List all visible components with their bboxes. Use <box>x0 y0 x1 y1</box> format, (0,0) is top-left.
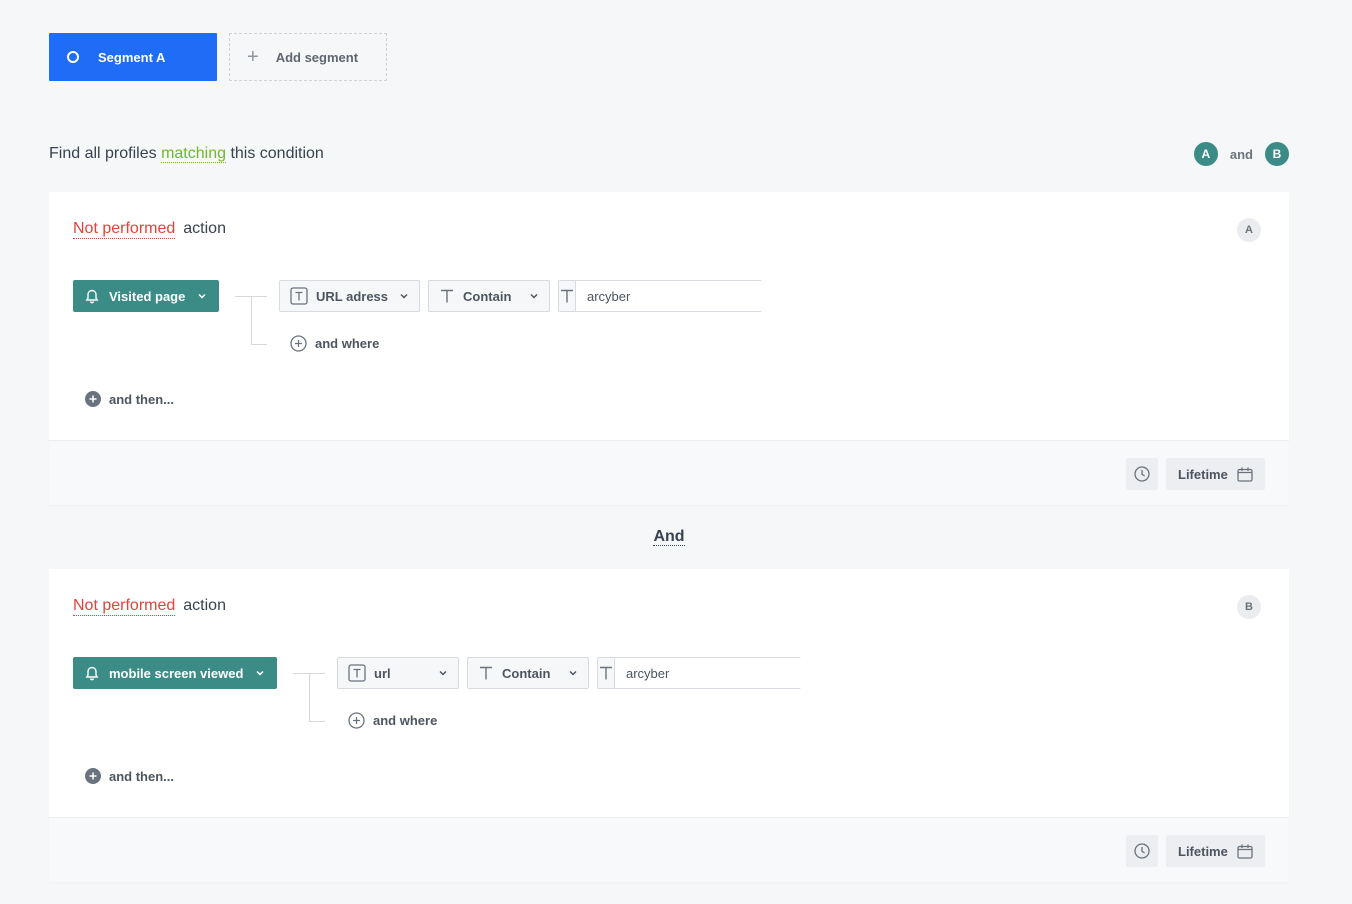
condition-card-a: Not performed action A Visited page URL … <box>49 192 1289 505</box>
add-then-label: and then... <box>109 391 174 407</box>
connector-line <box>309 673 310 721</box>
date-range-label: Lifetime <box>1178 466 1228 482</box>
action-label: action <box>183 597 226 614</box>
connector-line <box>251 296 252 344</box>
condition-header: Not performed action <box>73 220 226 239</box>
match-condition-row: Find all profiles matching this conditio… <box>49 142 1289 166</box>
chevron-down-icon <box>530 293 538 299</box>
chevron-down-icon <box>569 670 577 676</box>
clock-icon <box>1134 843 1150 859</box>
operator-label: Contain <box>463 288 512 304</box>
plus-circle-icon <box>290 335 307 352</box>
event-label: Visited page <box>109 288 186 304</box>
find-suffix: this condition <box>230 145 324 162</box>
text-type-icon <box>559 281 576 311</box>
negation-toggle[interactable]: Not performed <box>73 597 176 616</box>
operator-select[interactable]: Contain <box>428 280 550 312</box>
action-label: action <box>183 220 226 237</box>
connector-line <box>251 344 267 345</box>
condition-header: Not performed action <box>73 597 226 616</box>
chevron-down-icon <box>198 293 206 299</box>
calendar-icon <box>1237 844 1253 859</box>
logic-and-label: and <box>1229 146 1253 162</box>
plus-circle-filled-icon <box>85 391 101 407</box>
chevron-down-icon <box>439 670 447 676</box>
filter-row: url Contain <box>337 657 802 689</box>
chevron-down-icon <box>400 293 408 299</box>
time-window-button[interactable] <box>1126 458 1158 490</box>
negation-toggle[interactable]: Not performed <box>73 220 176 239</box>
condition-footer: Lifetime <box>49 817 1289 882</box>
text-type-icon <box>290 287 308 305</box>
add-segment-button[interactable]: + Add segment <box>229 33 387 81</box>
text-type-icon <box>441 289 453 303</box>
chevron-down-icon <box>256 670 264 676</box>
add-where-button[interactable]: and where <box>290 335 379 352</box>
operator-label: Contain <box>502 665 551 681</box>
add-then-label: and then... <box>109 768 174 784</box>
condition-b-badge: B <box>1265 142 1289 166</box>
filter-row: URL adress Contain <box>279 280 763 312</box>
clock-icon <box>1134 466 1150 482</box>
segment-tabs: Segment A + Add segment <box>49 33 387 81</box>
plus-circle-filled-icon <box>85 768 101 784</box>
event-select[interactable]: mobile screen viewed <box>73 657 278 689</box>
time-window-button[interactable] <box>1126 835 1158 867</box>
segment-a-tab[interactable]: Segment A <box>49 33 217 81</box>
add-then-button[interactable]: and then... <box>85 391 174 407</box>
add-then-button[interactable]: and then... <box>85 768 174 784</box>
plus-circle-icon <box>348 712 365 729</box>
find-prefix: Find all profiles <box>49 145 157 162</box>
event-label: mobile screen viewed <box>109 665 244 681</box>
parameter-select[interactable]: url <box>337 657 459 689</box>
parameter-label: url <box>374 665 391 681</box>
value-field <box>558 280 763 312</box>
value-field <box>597 657 802 689</box>
logic-operator-toggle[interactable]: And <box>653 528 685 546</box>
value-input[interactable] <box>576 281 763 311</box>
condition-logic-legend: A and B <box>1193 142 1289 166</box>
text-type-icon <box>348 664 366 682</box>
bell-icon <box>85 289 99 303</box>
add-where-button[interactable]: and where <box>348 712 437 729</box>
date-range-label: Lifetime <box>1178 843 1228 859</box>
date-range-button[interactable]: Lifetime <box>1166 458 1265 490</box>
bell-icon <box>85 666 99 680</box>
condition-a-badge: A <box>1193 142 1218 166</box>
add-where-label: and where <box>373 713 438 728</box>
text-type-icon <box>480 666 492 680</box>
connector-line <box>309 721 325 722</box>
condition-letter-badge: B <box>1237 595 1261 619</box>
logic-separator: And <box>0 528 1338 546</box>
add-where-label: and where <box>315 336 380 351</box>
match-condition-text: Find all profiles matching this conditio… <box>49 145 324 163</box>
condition-letter-badge: A <box>1237 218 1261 242</box>
plus-icon: + <box>247 46 259 68</box>
add-segment-label: Add segment <box>275 49 359 65</box>
date-range-button[interactable]: Lifetime <box>1166 835 1265 867</box>
calendar-icon <box>1237 467 1253 482</box>
condition-footer: Lifetime <box>49 440 1289 505</box>
segment-a-label: Segment A <box>98 49 166 65</box>
operator-select[interactable]: Contain <box>467 657 589 689</box>
ring-icon <box>67 51 79 63</box>
condition-card-b: Not performed action B mobile screen vie… <box>49 569 1289 882</box>
value-input[interactable] <box>615 658 802 688</box>
match-mode-toggle[interactable]: matching <box>161 145 226 163</box>
parameter-select[interactable]: URL adress <box>279 280 420 312</box>
event-select[interactable]: Visited page <box>73 280 220 312</box>
parameter-label: URL adress <box>316 288 389 304</box>
text-type-icon <box>598 658 615 688</box>
